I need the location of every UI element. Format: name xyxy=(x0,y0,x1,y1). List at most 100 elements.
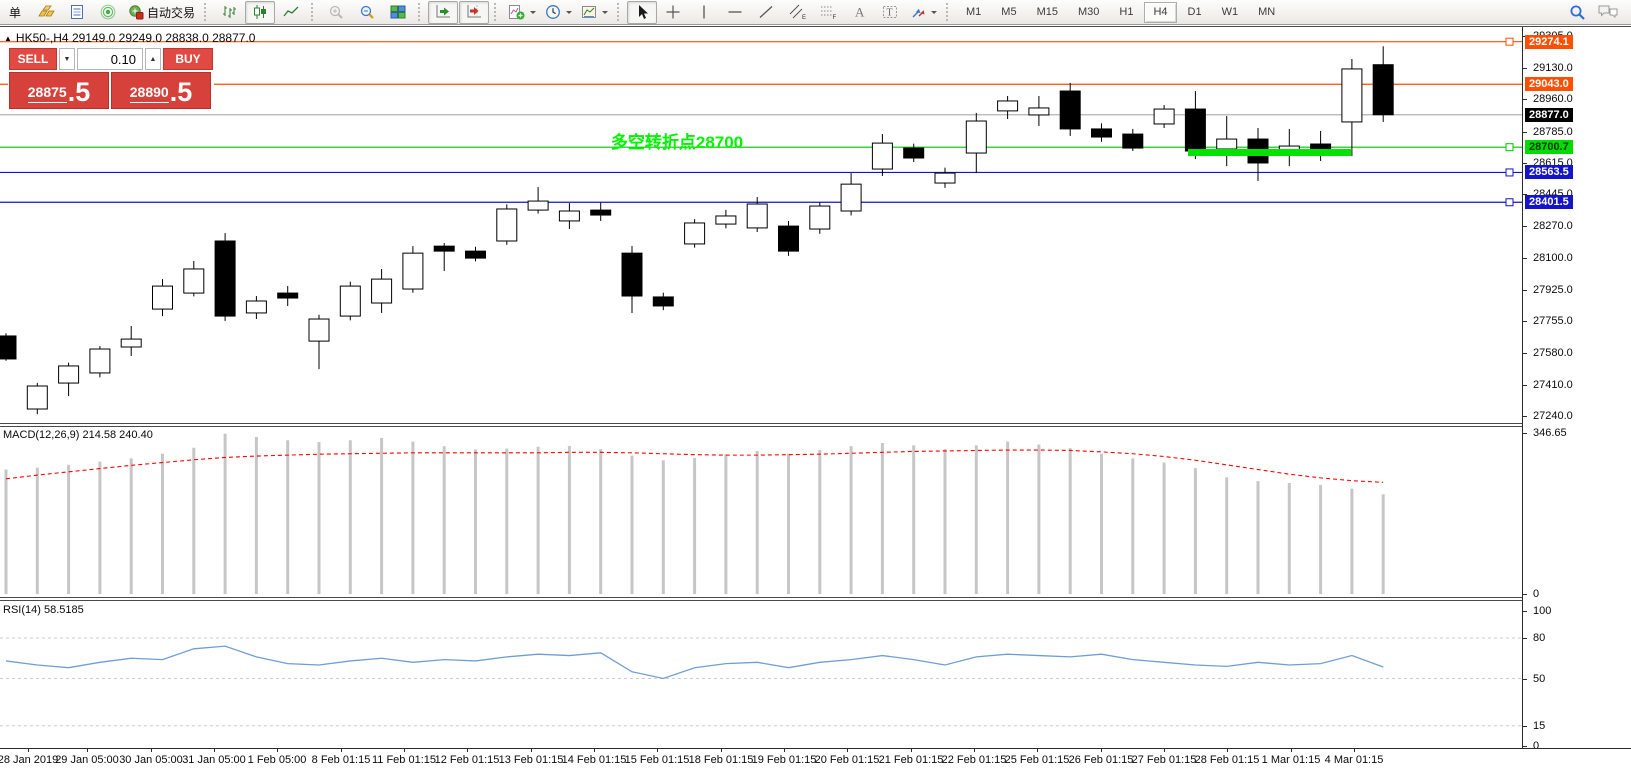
zoom-out-button[interactable] xyxy=(352,1,382,24)
text-button[interactable]: A xyxy=(844,1,874,24)
rsi-axis-tick-mark xyxy=(1523,746,1527,747)
tab-timeframe-d1[interactable]: D1 xyxy=(1179,2,1211,23)
time-axis-label: 14 Feb 01:15 xyxy=(562,754,627,766)
price-axis-tick-label: 27240.0 xyxy=(1533,410,1573,422)
time-axis-tick-mark xyxy=(1164,749,1165,752)
zoom-out-icon xyxy=(359,4,375,20)
tab-timeframe-m1[interactable]: M1 xyxy=(957,2,990,23)
line-drag-handle[interactable] xyxy=(1506,169,1513,176)
time-axis-label: 29 Jan 05:00 xyxy=(55,754,119,766)
auto-scroll-icon xyxy=(435,4,451,20)
signals-button[interactable] xyxy=(93,1,123,24)
time-axis-tick-mark xyxy=(594,749,595,752)
time-axis-label: 20 Feb 01:15 xyxy=(815,754,880,766)
price-line-badge[interactable]: 29274.1 xyxy=(1525,35,1573,49)
line-drag-handle[interactable] xyxy=(1506,38,1513,45)
toolbar-grip xyxy=(946,3,951,21)
templates-button[interactable] xyxy=(577,1,612,24)
time-axis-label: 25 Feb 01:15 xyxy=(1005,754,1070,766)
new-order-label: 单 xyxy=(9,4,21,21)
market-depth-button[interactable] xyxy=(62,1,92,24)
auto-trading-button[interactable]: 自动交易 xyxy=(124,1,199,24)
time-axis-tick-mark xyxy=(277,749,278,752)
price-line-badge[interactable]: 29043.0 xyxy=(1525,77,1573,91)
time-axis-tick-mark xyxy=(28,749,29,752)
community-button[interactable] xyxy=(1593,1,1623,24)
price-line-badge[interactable]: 28563.5 xyxy=(1525,165,1573,179)
line-drag-handle[interactable] xyxy=(1506,144,1513,151)
tab-timeframe-h1[interactable]: H1 xyxy=(1110,2,1142,23)
sell-price-frac: .5 xyxy=(68,79,91,106)
pivot-annotation-text[interactable]: 多空转折点28700 xyxy=(611,132,743,152)
tab-timeframe-m5[interactable]: M5 xyxy=(992,2,1025,23)
gold-ingot-button[interactable] xyxy=(31,1,61,24)
price-axis-tick-label: 28100.0 xyxy=(1533,252,1573,264)
horizontal-line-objects[interactable] xyxy=(0,42,1522,203)
fibonacci-button[interactable]: F xyxy=(813,1,843,24)
macd-indicator-panel[interactable] xyxy=(0,426,1522,598)
signals-icon xyxy=(100,4,116,20)
volume-input[interactable] xyxy=(77,48,143,70)
buy-price-panel[interactable]: 28890 .5 xyxy=(111,72,211,109)
line-chart-button[interactable] xyxy=(276,1,306,24)
time-axis-tick-mark xyxy=(1354,749,1355,752)
price-line-badge[interactable]: 28877.0 xyxy=(1525,108,1573,122)
auto-trading-icon xyxy=(128,4,144,20)
indicators-button[interactable] xyxy=(504,1,540,24)
tab-timeframe-mn[interactable]: MN xyxy=(1249,2,1284,23)
support-zone-bar[interactable] xyxy=(1188,149,1351,156)
sell-button[interactable]: SELL xyxy=(9,48,57,70)
price-line-badge[interactable]: 28401.5 xyxy=(1525,195,1573,209)
time-axis-tick-mark xyxy=(87,749,88,752)
rsi-indicator-panel[interactable] xyxy=(0,601,1522,748)
buy-price-main: 28890 xyxy=(130,82,169,103)
cursor-icon xyxy=(635,4,649,20)
equidistant-channel-button[interactable]: E xyxy=(782,1,812,24)
price-axis[interactable]: 29305.029130.028960.028785.028615.028445… xyxy=(1522,27,1631,748)
tab-timeframe-w1[interactable]: W1 xyxy=(1213,2,1248,23)
tab-timeframe-h4[interactable]: H4 xyxy=(1144,2,1176,23)
market-depth-icon xyxy=(69,4,85,20)
candlestick-chart-button[interactable] xyxy=(245,1,275,24)
horizontal-line-button[interactable] xyxy=(720,1,750,24)
tile-windows-button[interactable] xyxy=(383,1,413,24)
vertical-line-icon xyxy=(699,4,709,20)
chart-shift-button[interactable] xyxy=(459,1,489,24)
svg-text:E: E xyxy=(802,15,806,20)
chart-title: HK50-,H4 29149.0 29249.0 28838.0 28877.0 xyxy=(16,31,256,45)
crosshair-button[interactable] xyxy=(658,1,688,24)
macd-axis-tick-label: 346.65 xyxy=(1533,427,1567,439)
rsi-axis-tick-label: 15 xyxy=(1533,720,1545,732)
trendline-button[interactable] xyxy=(751,1,781,24)
fibonacci-icon: F xyxy=(820,4,837,20)
volume-decrease-button[interactable]: ▼ xyxy=(59,48,75,70)
time-axis-label: 12 Feb 01:15 xyxy=(435,754,500,766)
bar-chart-button[interactable] xyxy=(214,1,244,24)
search-button[interactable] xyxy=(1562,1,1592,24)
time-axis-tick-mark xyxy=(784,749,785,752)
arrows-button[interactable] xyxy=(906,1,941,24)
cursor-button[interactable] xyxy=(627,1,657,24)
volume-increase-button[interactable]: ▲ xyxy=(145,48,161,70)
vertical-line-button[interactable] xyxy=(689,1,719,24)
tab-timeframe-m15[interactable]: M15 xyxy=(1028,2,1067,23)
auto-scroll-button[interactable] xyxy=(428,1,458,24)
chart-marker-icon: ▲ xyxy=(4,34,12,43)
price-axis-tick-mark xyxy=(1523,385,1527,386)
periods-button[interactable] xyxy=(541,1,576,24)
zoom-in-button[interactable] xyxy=(321,1,351,24)
price-axis-tick-mark xyxy=(1523,321,1527,322)
text-label-button[interactable]: T xyxy=(875,1,905,24)
buy-button[interactable]: BUY xyxy=(163,48,213,70)
tab-timeframe-m30[interactable]: M30 xyxy=(1069,2,1108,23)
new-order-button[interactable]: 单 xyxy=(0,1,30,24)
time-axis[interactable]: 28 Jan 201929 Jan 05:0030 Jan 05:0031 Ja… xyxy=(0,748,1631,774)
line-drag-handle[interactable] xyxy=(1506,199,1513,206)
time-axis-tick-mark xyxy=(341,749,342,752)
price-line-badge[interactable]: 28700.7 xyxy=(1525,140,1573,154)
time-axis-tick-mark xyxy=(911,749,912,752)
price-axis-tick-mark xyxy=(1523,68,1527,69)
sell-price-panel[interactable]: 28875 .5 xyxy=(9,72,109,109)
time-axis-label: 28 Jan 2019 xyxy=(0,754,58,766)
main-price-chart[interactable]: 多空转折点28700 xyxy=(0,28,1522,424)
